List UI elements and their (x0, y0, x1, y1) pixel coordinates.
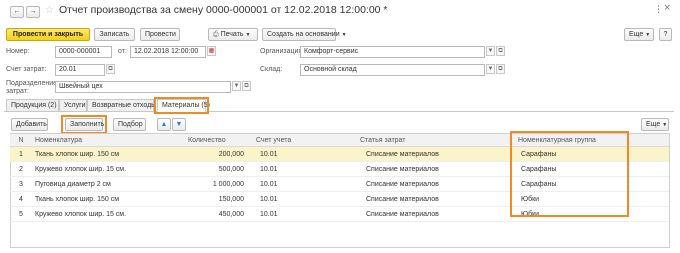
cell-nomenclature: Ткань хлопок шир. 150 см (35, 196, 120, 203)
cell-cost-item: Списание материалов (366, 181, 439, 188)
save-button[interactable]: Записать (94, 28, 135, 41)
move-up-button[interactable]: ▲ (157, 118, 171, 131)
cell-nomenclature: Кружево хлопок шир. 15 см. (35, 166, 127, 173)
cell-quantity: 150,000 (218, 196, 244, 203)
cell-account: 10.01 (260, 211, 278, 218)
more-actions-icon[interactable]: ⋮ (654, 4, 663, 15)
post-and-close-button[interactable]: Провести и закрыть (6, 28, 90, 41)
cell-n: 1 (19, 151, 23, 158)
col-header-cost-item[interactable]: Статья затрат (360, 134, 406, 147)
tab-returnable-waste[interactable]: Возвратные отходы (87, 99, 156, 112)
division-label-line2: затрат: (6, 88, 29, 95)
add-button[interactable]: Добавить (11, 118, 48, 131)
cell-account: 10.01 (260, 181, 278, 188)
cell-quantity: 500,000 (218, 166, 244, 173)
division-field[interactable]: Швейный цех (55, 81, 231, 93)
window-title: Отчет производства за смену 0000-000001 … (59, 4, 388, 16)
cell-account: 10.01 (260, 196, 278, 203)
cell-nomenclature: Кружево хлопок шир. 15 см. (35, 211, 127, 218)
pick-button[interactable]: Подбор (113, 118, 146, 131)
cell-quantity: 200,000 (218, 151, 244, 158)
cell-cost-item: Списание материалов (366, 166, 439, 173)
cell-quantity: 450,000 (218, 211, 244, 218)
back-button[interactable]: ← (10, 6, 24, 18)
arrow-up-icon: ▲ (160, 121, 168, 128)
post-button[interactable]: Провести (140, 28, 180, 41)
create-based-label: Создать на основании (267, 31, 340, 38)
warehouse-label: Склад: (260, 66, 283, 73)
organization-field[interactable]: Комфорт-сервис (300, 46, 485, 58)
cell-n: 2 (19, 166, 23, 173)
chevron-down-icon: ▼ (245, 32, 251, 38)
cell-cost-item: Списание материалов (366, 151, 439, 158)
number-label: Номер: (6, 48, 30, 55)
cell-quantity: 1 000,000 (212, 181, 244, 188)
warehouse-field[interactable]: Основной склад (300, 64, 485, 76)
cell-n: 4 (19, 196, 23, 203)
col-header-n[interactable]: N (10, 134, 32, 147)
organization-open-icon[interactable]: ⧉ (496, 46, 505, 56)
favorite-star-icon[interactable]: ☆ (45, 5, 54, 16)
cost-account-label: Счет затрат: (6, 66, 47, 73)
more-label: Еще (629, 31, 644, 38)
date-field[interactable]: 12.02.2018 12:00:00 (130, 46, 206, 58)
division-dropdown-icon[interactable]: ▼ (232, 81, 241, 91)
cell-nomenclature: Пуговица диаметр 2 см (35, 181, 111, 188)
organization-dropdown-icon[interactable]: ▼ (486, 46, 495, 56)
warehouse-dropdown-icon[interactable]: ▼ (486, 64, 495, 74)
table-more-button[interactable]: Еще ▼ (641, 118, 669, 131)
calendar-icon[interactable]: ▦ (207, 46, 216, 56)
tab-products[interactable]: Продукция (2) (6, 99, 59, 112)
col-header-nomenclature[interactable]: Номенклатура (35, 134, 82, 147)
tab-services[interactable]: Услуги (59, 99, 87, 112)
fill-button-highlight (61, 115, 107, 134)
materials-tab-highlight (154, 97, 209, 114)
cell-cost-item: Списание материалов (366, 211, 439, 218)
cell-cost-item: Списание материалов (366, 196, 439, 203)
cell-n: 3 (19, 181, 23, 188)
cell-nomenclature: Ткань хлопок шир. 150 см (35, 151, 120, 158)
chevron-down-icon: ▼ (662, 122, 668, 128)
printer-icon: ⎙ (213, 31, 219, 38)
warehouse-open-icon[interactable]: ⧉ (496, 64, 505, 74)
help-button[interactable]: ? (659, 28, 672, 41)
forward-button[interactable]: → (26, 6, 40, 18)
nomenclature-group-column-highlight (510, 131, 629, 217)
col-header-quantity[interactable]: Количество (188, 134, 226, 147)
print-label: Печать (220, 31, 244, 38)
print-button[interactable]: ⎙ Печать ▼ (208, 28, 258, 41)
cell-n: 5 (19, 211, 23, 218)
chevron-down-icon: ▼ (341, 32, 347, 38)
arrow-down-icon: ▼ (175, 121, 183, 128)
number-field[interactable]: 0000-000001 (55, 46, 112, 58)
cost-account-field[interactable]: 20.01 (55, 64, 105, 76)
create-based-on-button[interactable]: Создать на основании ▼ (262, 28, 347, 41)
division-open-icon[interactable]: ⧉ (242, 81, 251, 91)
cost-account-open-icon[interactable]: ⧉ (106, 64, 115, 74)
chevron-down-icon: ▼ (645, 32, 651, 38)
date-label: от: (118, 48, 127, 55)
table-more-label: Еще (646, 121, 661, 128)
organization-label: Организация: (260, 48, 305, 55)
col-header-account[interactable]: Счет учета (256, 134, 291, 147)
close-icon[interactable]: × (664, 2, 670, 14)
cell-account: 10.01 (260, 151, 278, 158)
more-button[interactable]: Еще ▼ (624, 28, 654, 41)
move-down-button[interactable]: ▼ (172, 118, 186, 131)
cell-account: 10.01 (260, 166, 278, 173)
